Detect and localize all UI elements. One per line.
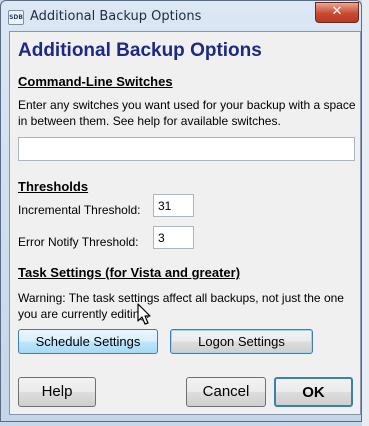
sdb-app-icon: SDB bbox=[8, 10, 24, 25]
incremental-threshold-label: Incremental Threshold: bbox=[18, 203, 141, 217]
thresholds-section-title: Thresholds bbox=[18, 179, 89, 194]
switches-input[interactable] bbox=[18, 137, 355, 161]
command-line-section-title: Command-Line Switches bbox=[18, 74, 173, 89]
cancel-button[interactable]: Cancel bbox=[186, 377, 266, 407]
dialog-heading: Additional Backup Options bbox=[18, 40, 262, 61]
close-button[interactable]: ✕ bbox=[315, 2, 359, 23]
title-bar[interactable]: SDB Additional Backup Options ✕ bbox=[1, 1, 361, 31]
command-line-description: Enter any switches you want used for you… bbox=[18, 98, 356, 128]
dialog-client-area: Additional Backup Options Command-Line S… bbox=[9, 31, 361, 415]
dialog-window: SDB Additional Backup Options ✕ Addition… bbox=[0, 0, 362, 422]
schedule-settings-button[interactable]: Schedule Settings bbox=[18, 329, 158, 354]
task-settings-warning: Warning: The task settings affect all ba… bbox=[18, 291, 344, 321]
close-icon: ✕ bbox=[331, 4, 343, 19]
mouse-pointer-icon bbox=[137, 303, 151, 325]
help-button[interactable]: Help bbox=[18, 377, 96, 407]
background-window-strip bbox=[362, 0, 369, 426]
error-notify-threshold-input[interactable] bbox=[153, 226, 194, 249]
ok-button[interactable]: OK bbox=[274, 377, 353, 407]
incremental-threshold-input[interactable] bbox=[153, 194, 194, 217]
logon-settings-button[interactable]: Logon Settings bbox=[170, 329, 313, 354]
error-notify-threshold-label: Error Notify Threshold: bbox=[18, 235, 139, 249]
task-settings-section-title: Task Settings (for Vista and greater) bbox=[18, 265, 241, 280]
window-title: Additional Backup Options bbox=[30, 9, 202, 24]
